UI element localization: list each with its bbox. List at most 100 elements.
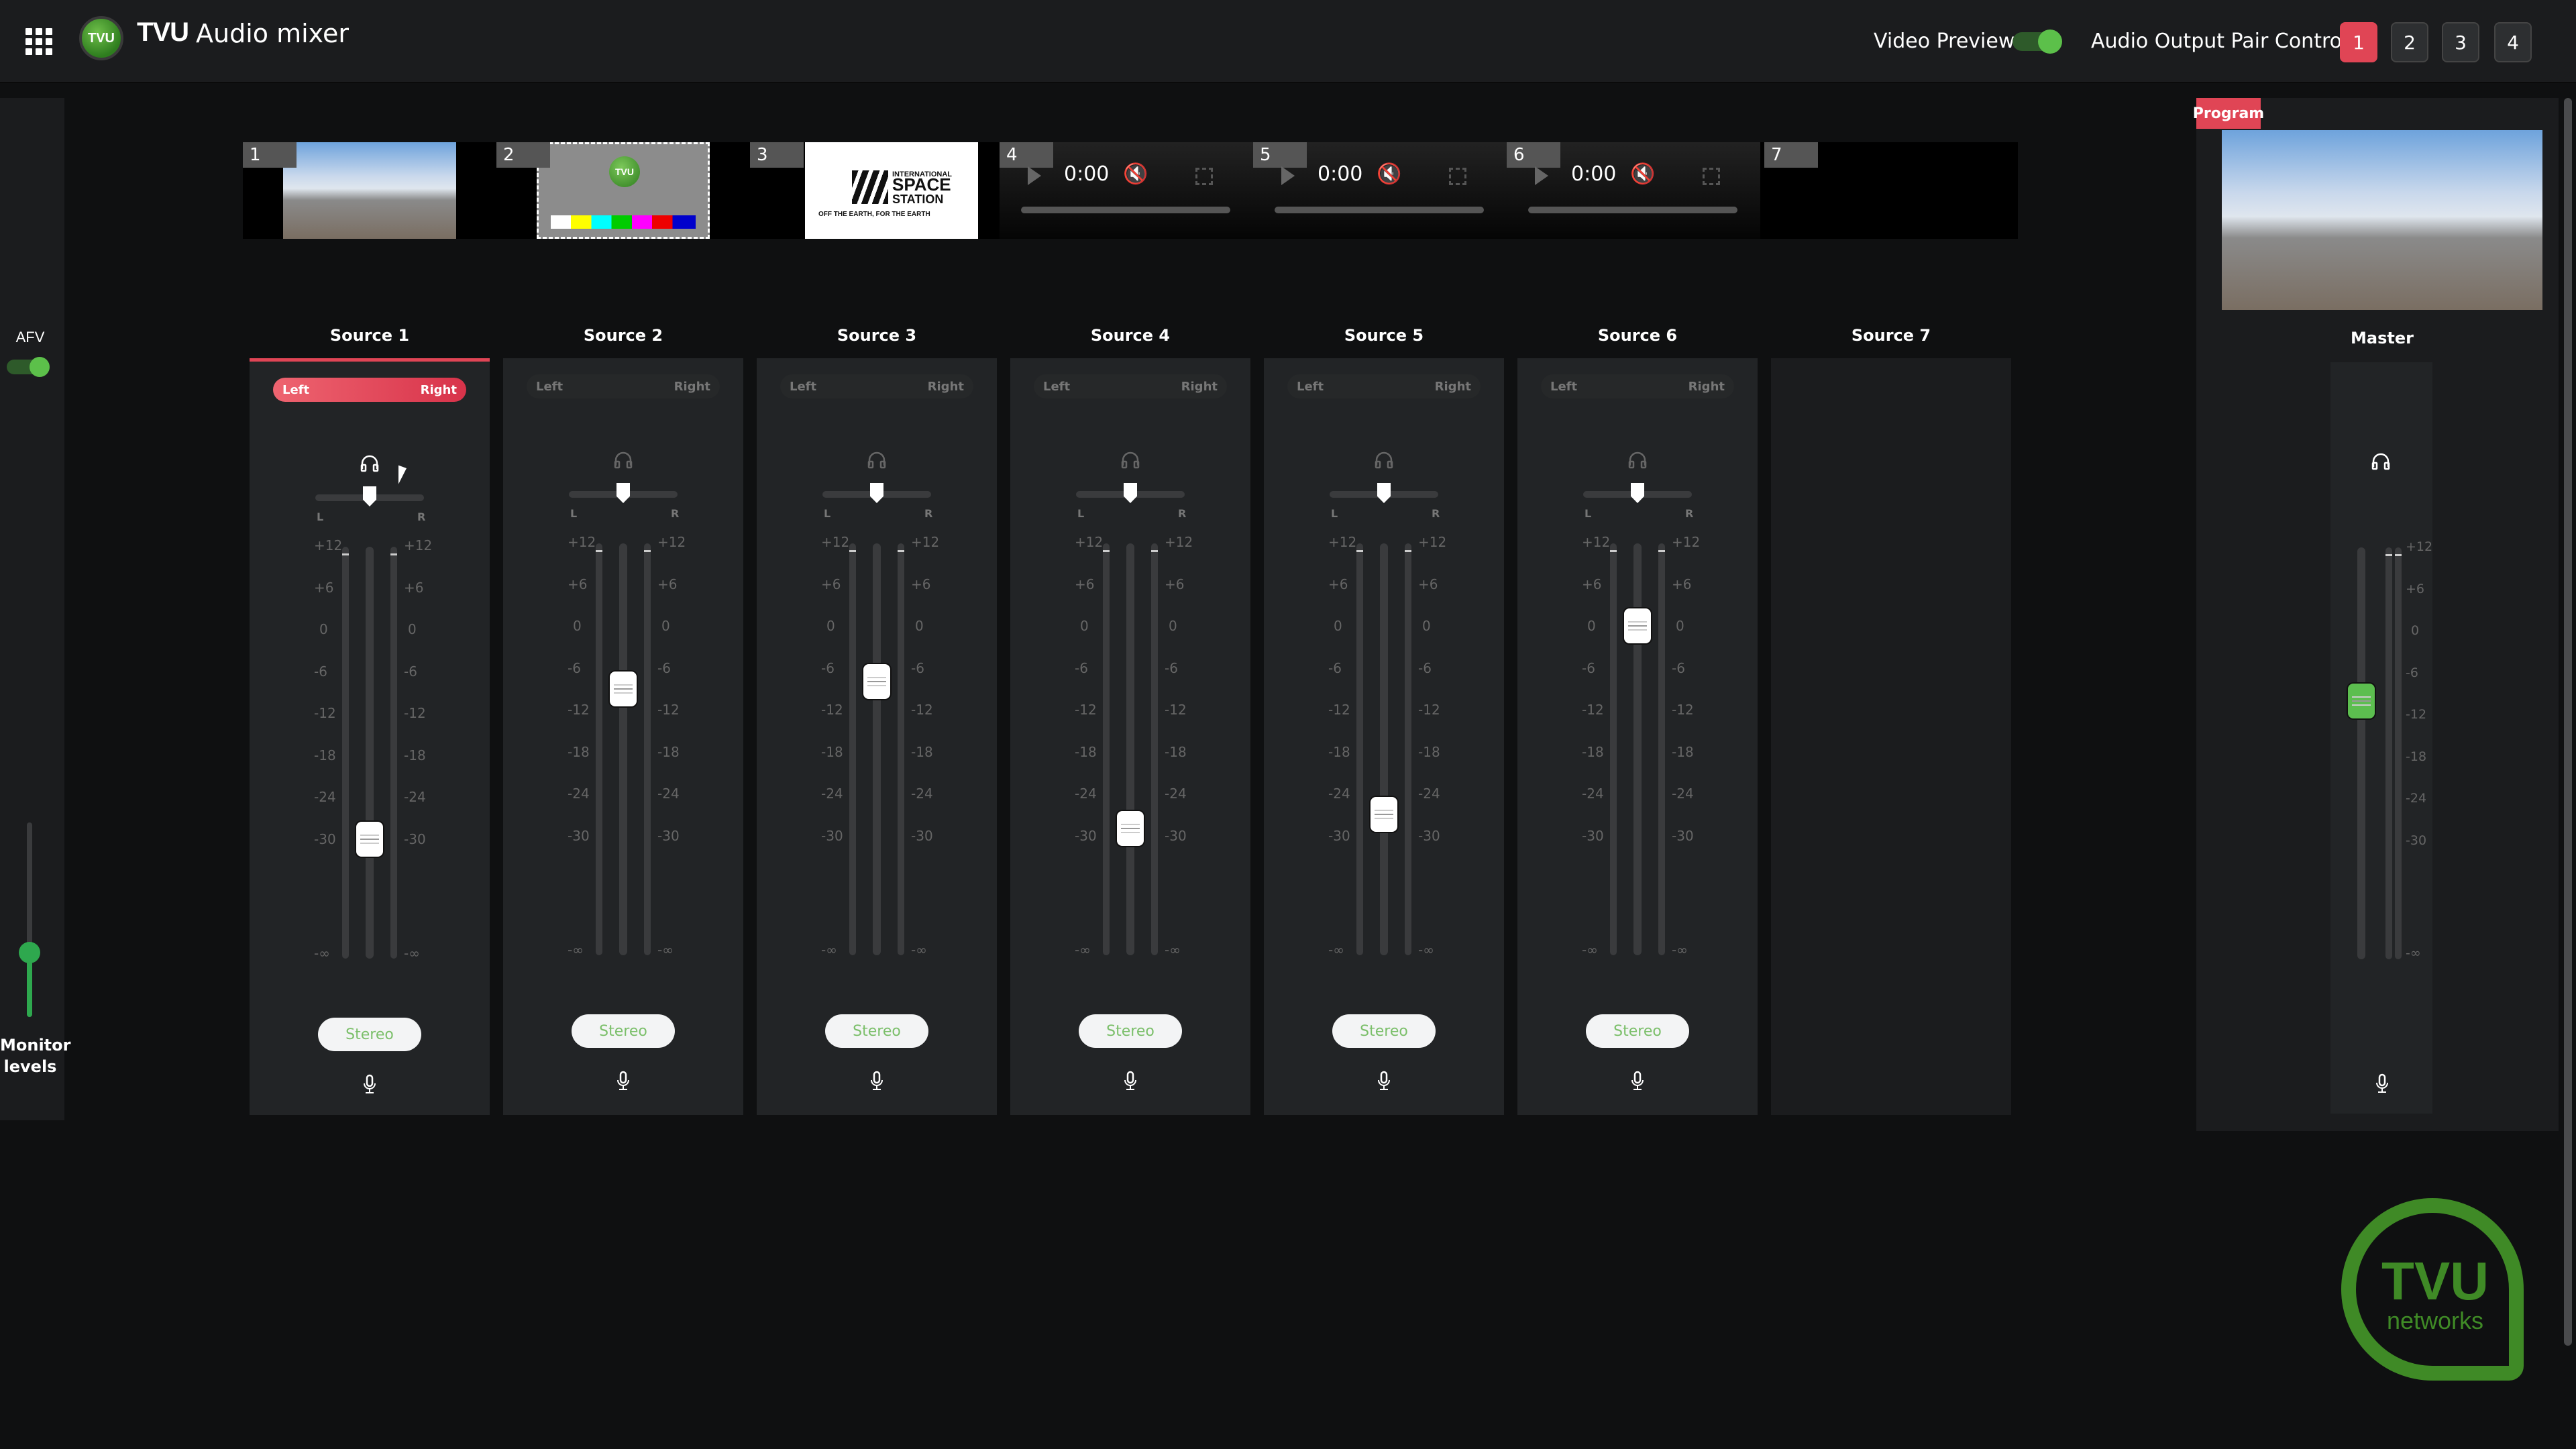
volume-fader-knob[interactable] [1117,811,1144,847]
stereo-mode-button[interactable]: Stereo [1079,1014,1182,1048]
preview-thumb-1[interactable]: 1 [243,142,483,239]
apps-grid-icon[interactable] [25,28,52,55]
stereo-mode-button[interactable]: Stereo [1332,1014,1436,1048]
microphone-icon[interactable] [616,1071,631,1091]
fader-track[interactable] [1633,543,1642,955]
pan-slider-knob[interactable] [870,483,883,503]
preview-thumb-2[interactable]: 2 TVU [496,142,737,239]
fader-track[interactable] [1380,543,1388,955]
microphone-icon[interactable] [869,1071,884,1091]
pan-slider-knob[interactable] [1377,483,1391,503]
headphone-icon[interactable] [867,451,887,470]
scale-label-right: 0 [1676,618,1684,634]
left-right-toggle[interactable]: Left Right [1034,374,1227,398]
audio-pair-button-1[interactable]: 1 [2340,22,2377,62]
audio-pair-button-3[interactable]: 3 [2442,22,2479,62]
left-right-toggle[interactable]: Left Right [527,374,720,398]
microphone-icon[interactable] [362,1074,377,1094]
seek-bar[interactable] [1021,207,1230,213]
microphone-icon[interactable] [1377,1071,1391,1091]
pan-slider-knob[interactable] [1124,483,1137,503]
peak-indicator [1610,550,1617,552]
volume-fader-knob[interactable] [863,664,890,700]
stereo-mode-button[interactable]: Stereo [572,1014,675,1048]
scale-label-left: -12 [1075,702,1097,718]
master-scale-label: -18 [2406,749,2427,764]
fader-track[interactable] [366,547,374,959]
page-scrollbar[interactable] [2564,98,2572,1346]
muted-speaker-icon[interactable]: 🔇 [1630,162,1655,186]
headphone-icon[interactable] [1374,451,1394,470]
source-strip[interactable]: Left Right L R +12 +12 +6 +6 0 0 -6 -6 -12 -12 -18 -18 -… [1010,358,1250,1115]
scale-label-left: -30 [568,827,590,844]
volume-fader-knob[interactable] [356,821,383,857]
fullscreen-icon[interactable] [1449,168,1466,185]
play-icon[interactable] [1535,166,1548,185]
pan-slider-knob[interactable] [363,486,376,506]
microphone-icon[interactable] [2375,1073,2390,1093]
left-right-toggle[interactable]: Left Right [1541,374,1734,398]
preview-thumb-7[interactable]: 7 [1764,142,2004,239]
source-strip[interactable]: Left Right L R +12 +12 +6 +6 0 0 -6 -6 -12 -12 -18 -18 -… [503,358,743,1115]
play-icon[interactable] [1028,166,1041,185]
preview-image-test-pattern: TVU [537,142,710,239]
microphone-icon[interactable] [1123,1071,1138,1091]
scale-label-right: +6 [911,576,931,592]
microphone-icon[interactable] [1630,1071,1645,1091]
source-strip[interactable]: Left Right L R +12 +12 +6 +6 0 0 -6 -6 -12 -12 -18 -18 -… [757,358,997,1115]
scale-label-right: -∞ [1672,942,1688,958]
program-preview-image[interactable] [2222,130,2542,310]
pan-left-label: L [1331,507,1338,520]
pan-slider-knob[interactable] [616,483,630,503]
source-strip[interactable]: Left Right L R +12 +12 +6 +6 0 0 -6 -6 -12 -12 -18 -18 -… [1264,358,1504,1115]
left-right-toggle[interactable]: Left Right [273,378,466,402]
muted-speaker-icon[interactable]: 🔇 [1123,162,1148,186]
fader-track[interactable] [1126,543,1134,955]
play-icon[interactable] [1281,166,1295,185]
seek-bar[interactable] [1528,207,1737,213]
preview-thumb-3[interactable]: 3 INTERNATIONAL SPACE STATION OFF THE EARTH,… [750,142,990,239]
headphone-icon[interactable] [1627,451,1648,470]
scale-label-right: -6 [657,659,671,676]
stereo-mode-button[interactable]: Stereo [318,1018,421,1051]
source-title: Source 1 [329,326,410,345]
headphone-icon[interactable] [2371,452,2391,471]
headphone-icon[interactable] [613,451,633,470]
scale-label-right: -6 [404,663,417,680]
video-preview-toggle[interactable] [2012,30,2062,54]
pan-left-label: L [317,511,324,523]
afv-toggle[interactable] [7,357,50,377]
master-fader-knob[interactable] [2348,684,2375,719]
pan-slider-knob[interactable] [1631,483,1644,503]
stereo-mode-button[interactable]: Stereo [825,1014,928,1048]
fader-track[interactable] [619,543,627,955]
fullscreen-icon[interactable] [1703,168,1720,185]
headphone-icon[interactable] [1120,451,1140,470]
fader-track[interactable] [873,543,881,955]
level-meter-right [1658,543,1665,955]
level-meter-left [849,543,856,955]
master-scale-label: -24 [2406,791,2427,806]
master-fader-track[interactable] [2357,547,2365,959]
stereo-mode-button[interactable]: Stereo [1586,1014,1689,1048]
source-strip[interactable]: Left Right L R +12 +12 +6 +6 0 0 -6 -6 -12 -12 -18 -18 -… [250,358,490,1115]
pan-right-label: R [1685,507,1694,520]
volume-fader-knob[interactable] [1371,797,1397,833]
preview-number: 4 [1000,142,1053,168]
peak-indicator [1103,550,1110,552]
audio-pair-button-2[interactable]: 2 [2391,22,2428,62]
source-strip[interactable]: Left Right L R +12 +12 +6 +6 0 0 -6 -6 -12 -12 -18 -18 -… [1517,358,1758,1115]
scale-label-left: -18 [1582,743,1604,760]
scale-label-right: -12 [911,702,933,718]
volume-fader-knob[interactable] [1624,608,1651,643]
left-right-toggle[interactable]: Left Right [1287,374,1481,398]
pan-left-label: L [1077,507,1085,520]
headphone-icon[interactable] [360,454,380,473]
left-right-toggle[interactable]: Left Right [780,374,973,398]
level-meter-right [644,543,651,955]
muted-speaker-icon[interactable]: 🔇 [1377,162,1401,186]
volume-fader-knob[interactable] [610,671,637,706]
seek-bar[interactable] [1275,207,1484,213]
audio-pair-button-4[interactable]: 4 [2494,22,2532,62]
fullscreen-icon[interactable] [1195,168,1213,185]
